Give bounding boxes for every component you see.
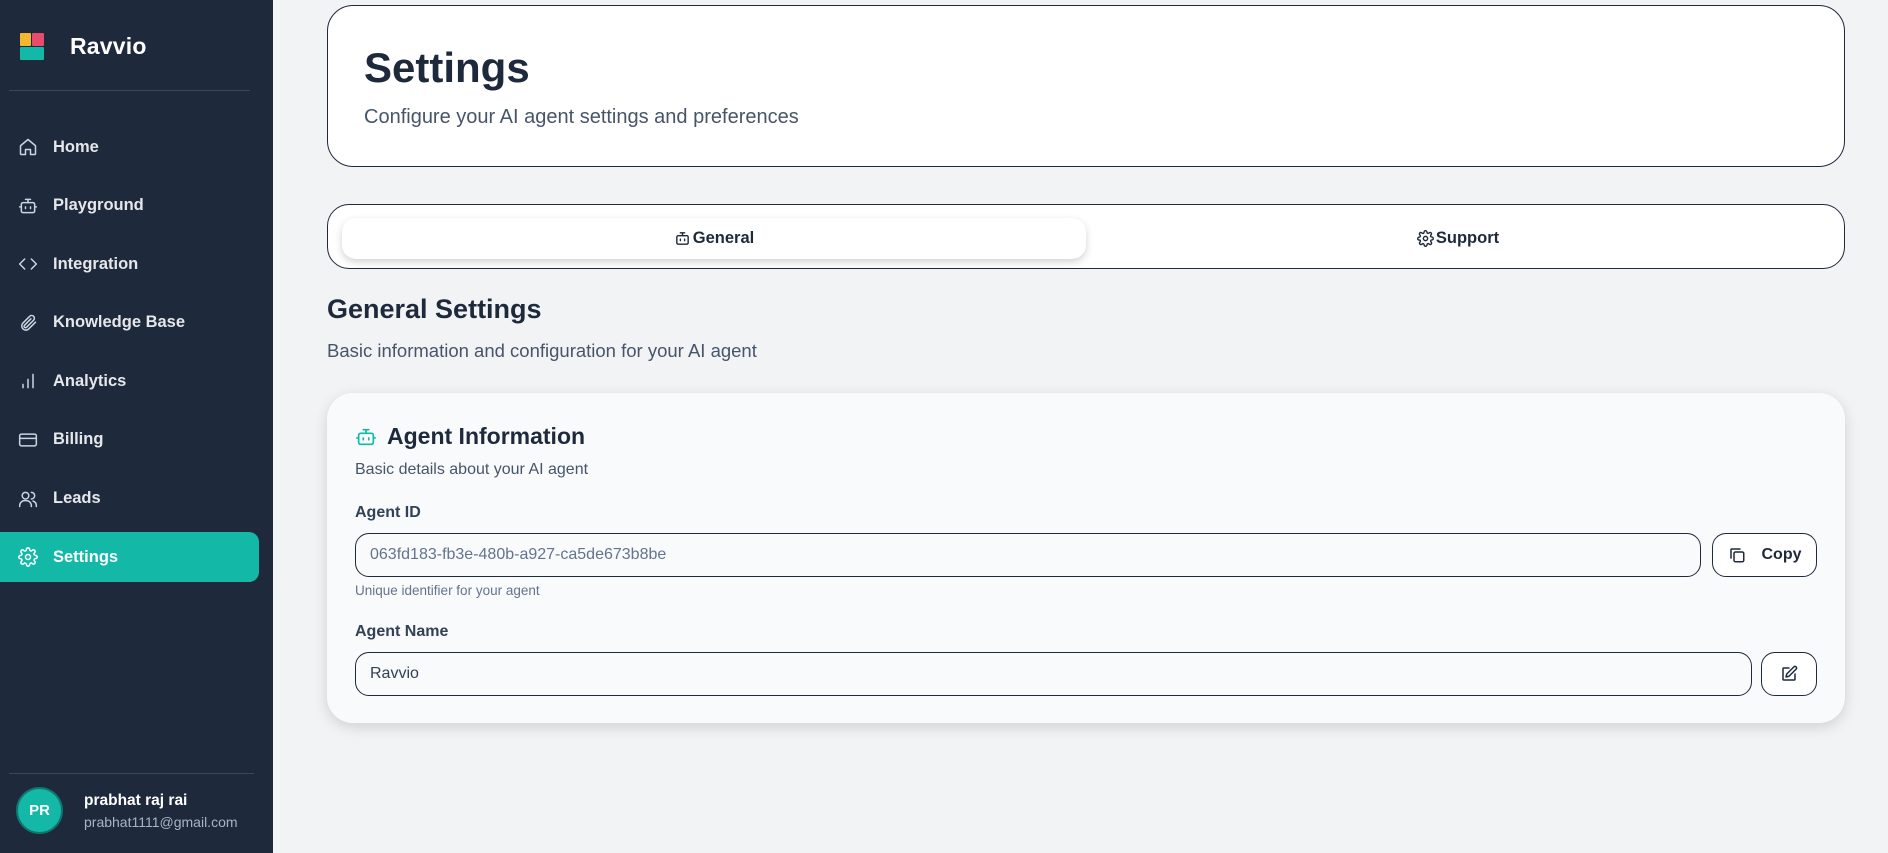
tab-label: Support bbox=[1435, 229, 1500, 247]
user-info: prabhat raj rai prabhat1111@gmail.com bbox=[84, 792, 238, 830]
bar-chart-icon bbox=[22, 373, 34, 389]
section-title: General Settings bbox=[327, 294, 542, 324]
divider bbox=[9, 773, 254, 774]
sidebar-item-label: Knowledge Base bbox=[53, 313, 186, 332]
brand-name: Ravvio bbox=[70, 32, 147, 59]
avatar: PR bbox=[16, 787, 63, 834]
sidebar-item-playground[interactable]: Playground bbox=[0, 181, 259, 231]
brand[interactable]: Ravvio bbox=[18, 32, 147, 60]
sidebar-item-label: Integration bbox=[53, 254, 139, 273]
copy-icon bbox=[1729, 548, 1744, 563]
agent-information-card: Agent Information Basic details about yo… bbox=[327, 393, 1845, 723]
card-description: Basic details about your AI agent bbox=[355, 461, 589, 478]
sidebar-item-settings[interactable]: Settings bbox=[0, 532, 259, 583]
agent-id-field[interactable] bbox=[355, 533, 1701, 577]
tab-label: General bbox=[692, 229, 755, 247]
home-icon bbox=[19, 138, 37, 156]
agent-name-label: Agent Name bbox=[355, 623, 449, 640]
settings-tabs: General Support bbox=[327, 204, 1845, 269]
sidebar-item-label: Leads bbox=[53, 489, 101, 508]
bot-icon bbox=[18, 198, 38, 214]
page-header: Settings Configure your AI agent setting… bbox=[327, 5, 1845, 167]
sidebar-item-analytics[interactable]: Analytics bbox=[0, 356, 259, 406]
agent-name-field[interactable] bbox=[355, 652, 1752, 696]
section-subtitle: Basic information and configuration for … bbox=[327, 340, 757, 361]
user-name: prabhat raj rai bbox=[84, 791, 188, 809]
copy-button-label: Copy bbox=[1761, 546, 1802, 563]
users-icon bbox=[18, 491, 38, 507]
sidebar-item-leads[interactable]: Leads bbox=[0, 474, 259, 524]
sidebar-item-label: Settings bbox=[53, 547, 119, 566]
sidebar-item-label: Billing bbox=[53, 430, 104, 449]
sidebar-item-label: Playground bbox=[53, 196, 144, 215]
credit-card-icon bbox=[18, 433, 38, 447]
paperclip-icon bbox=[21, 314, 37, 331]
page-title: Settings bbox=[364, 44, 530, 91]
copy-button[interactable]: Copy bbox=[1712, 533, 1817, 577]
agent-id-label: Agent ID bbox=[355, 504, 421, 521]
tab-support[interactable]: Support bbox=[1086, 218, 1830, 259]
sidebar-item-home[interactable]: Home bbox=[0, 122, 259, 172]
sidebar-item-integration[interactable]: Integration bbox=[0, 239, 259, 289]
sidebar-item-billing[interactable]: Billing bbox=[0, 415, 259, 465]
agent-id-helper: Unique identifier for your agent bbox=[355, 583, 540, 598]
user-email: prabhat1111@gmail.com bbox=[84, 813, 238, 830]
gear-icon bbox=[1416, 230, 1434, 247]
user-profile[interactable]: PR prabhat raj rai prabhat1111@gmail.com bbox=[16, 787, 238, 834]
sidebar-item-label: Home bbox=[53, 137, 99, 156]
divider bbox=[9, 90, 250, 91]
tab-general[interactable]: General bbox=[342, 218, 1086, 259]
sidebar-item-knowledge-base[interactable]: Knowledge Base bbox=[0, 298, 259, 348]
gear-icon bbox=[18, 547, 38, 567]
sidebar-item-label: Analytics bbox=[53, 371, 127, 390]
bot-icon bbox=[675, 232, 689, 245]
sidebar-nav: Home Playground Integration Knowledge Ba… bbox=[0, 122, 259, 591]
sidebar: Ravvio Home Playground Integration Knowl… bbox=[0, 0, 273, 853]
card-title: Agent Information bbox=[387, 423, 586, 449]
card-header: Agent Information bbox=[355, 423, 585, 450]
code-icon bbox=[18, 258, 38, 270]
bot-icon bbox=[356, 428, 376, 445]
edit-icon bbox=[1782, 665, 1798, 681]
page-subtitle: Configure your AI agent settings and pre… bbox=[364, 106, 799, 128]
logo-icon bbox=[18, 32, 46, 60]
edit-button[interactable] bbox=[1761, 652, 1817, 696]
